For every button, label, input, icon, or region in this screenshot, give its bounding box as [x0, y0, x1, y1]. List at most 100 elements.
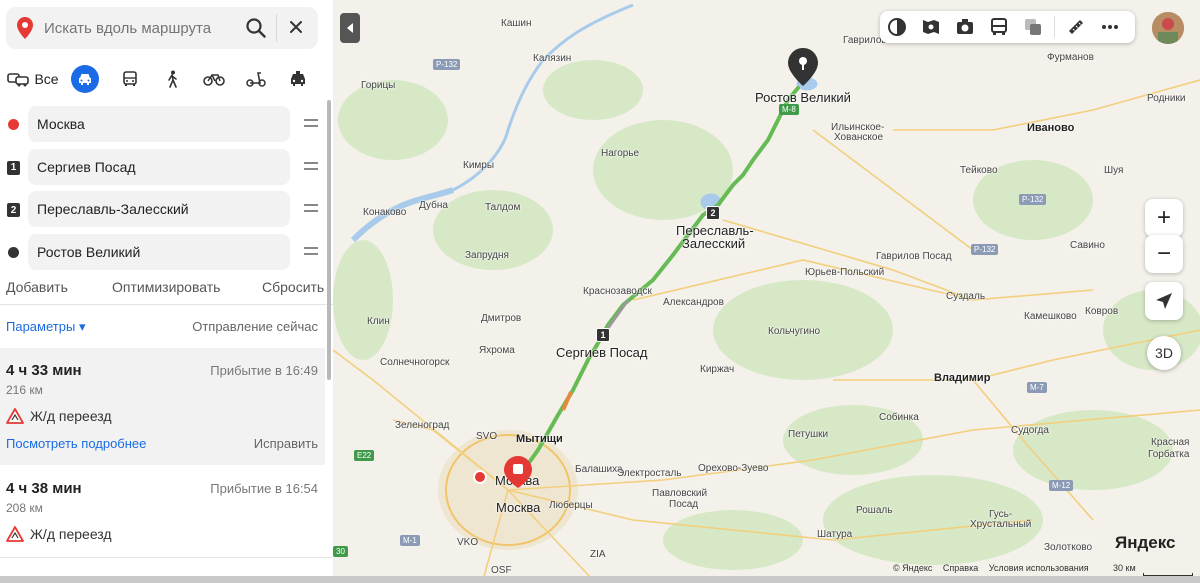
place-label: Судогда	[1011, 425, 1049, 436]
zoom-out-button[interactable]: −	[1145, 235, 1183, 273]
reset-button[interactable]: Сбросить	[262, 279, 324, 295]
road-shield: М-7	[1027, 382, 1047, 393]
ruler-icon	[1069, 20, 1083, 34]
traffic-camera-pin-icon[interactable]	[504, 456, 532, 488]
scooter-icon	[246, 72, 266, 87]
road-shield: М-8	[779, 104, 799, 115]
search-icon[interactable]	[246, 18, 266, 43]
place-label: Кольчугино	[768, 326, 821, 337]
place-label: Хрустальный	[970, 519, 1032, 530]
more-dots-icon	[1102, 25, 1118, 29]
yandex-logo: Яндекс	[1115, 533, 1175, 553]
3d-toggle-button[interactable]: 3D	[1147, 336, 1181, 370]
bicycle-icon	[203, 74, 225, 86]
zoom-in-button[interactable]: +	[1145, 199, 1183, 237]
map-canvas[interactable]	[333, 0, 1200, 583]
help-link[interactable]: Справка	[943, 563, 978, 573]
route-warning-text: Ж/д переезд	[30, 526, 112, 542]
route-option-1[interactable]: 4 ч 33 мин Прибытие в 16:49 216 км Ж/д п…	[0, 348, 325, 465]
place-label: Александров	[663, 297, 724, 308]
mode-scooter-button[interactable]	[239, 65, 273, 93]
place-label: Родники	[1147, 93, 1186, 104]
place-label: Нагорье	[601, 148, 640, 159]
collapse-sidebar-button[interactable]	[340, 13, 360, 43]
route-params: Параметры ▾ Отправление сейчас	[0, 316, 325, 336]
layers-button[interactable]	[880, 11, 914, 43]
mode-bike-button[interactable]	[197, 65, 231, 93]
toolbar-separator	[1054, 16, 1055, 38]
car-icon	[79, 74, 91, 85]
waypoint-marker-1[interactable]: 1	[596, 328, 610, 342]
mode-taxi-button[interactable]	[281, 65, 315, 93]
more-button[interactable]	[1093, 11, 1127, 43]
place-label: Красная	[1151, 437, 1190, 448]
sidebar-scrollbar[interactable]	[327, 100, 331, 380]
mode-bus-button[interactable]	[113, 65, 147, 93]
place-label: Посад	[669, 499, 699, 510]
place-label: Шуя	[1104, 165, 1124, 176]
layers-icon	[888, 18, 906, 36]
departure-selector[interactable]: Отправление сейчас	[192, 319, 318, 334]
user-avatar[interactable]	[1152, 12, 1184, 44]
map-view[interactable]: Ростов Великий Переславль- Залесский Сер…	[333, 0, 1200, 583]
mode-car-button[interactable]	[71, 65, 99, 93]
place-label: Орехово-Зуево	[698, 463, 769, 474]
place-label: Киржач	[700, 364, 735, 375]
place-label: Павловский	[652, 488, 708, 499]
place-label: Дмитров	[481, 313, 522, 324]
copyright-text[interactable]: © Яндекс	[893, 563, 932, 573]
start-marker[interactable]	[473, 470, 487, 484]
search-separator	[276, 14, 277, 42]
place-label: Краснозаводск	[583, 286, 652, 297]
transport-button[interactable]	[982, 11, 1016, 43]
route-search-box[interactable]	[6, 7, 318, 49]
end-point-marker	[8, 246, 19, 258]
drag-handle-icon[interactable]	[304, 246, 318, 255]
close-icon[interactable]	[288, 19, 304, 40]
place-label: Клин	[367, 316, 390, 327]
add-point-button[interactable]: Добавить	[6, 279, 68, 295]
panorama-button[interactable]	[914, 11, 948, 43]
road-shield: М-12	[1049, 480, 1074, 491]
route-point-field[interactable]: Сергиев Посад	[28, 148, 290, 185]
place-label: Солнечногорск	[380, 357, 450, 368]
route-details-link[interactable]: Посмотреть подробнее	[6, 436, 146, 451]
route-point: Москва	[0, 104, 330, 147]
terms-link[interactable]: Условия использования	[989, 563, 1089, 573]
route-points: Москва 1 Сергиев Посад 2 Переславль-Зале…	[0, 104, 330, 274]
bus-icon	[123, 71, 137, 86]
place-label: Яхрома	[479, 345, 515, 356]
route-point-field[interactable]: Москва	[28, 106, 290, 142]
window-bottom-edge	[0, 576, 1200, 583]
photos-button[interactable]	[948, 11, 982, 43]
place-label: Владимир	[934, 372, 991, 384]
mode-all-button[interactable]: Все	[5, 65, 61, 93]
map-type-button[interactable]	[1016, 11, 1050, 43]
place-label: Юрьев-Польский	[805, 267, 885, 278]
waypoint-marker-2[interactable]: 2	[706, 206, 720, 220]
place-label: Ковров	[1085, 306, 1119, 317]
route-search-input[interactable]	[44, 19, 234, 37]
start-point-marker	[8, 119, 19, 130]
drag-handle-icon[interactable]	[304, 161, 318, 170]
route-duration: 4 ч 38 мин	[6, 480, 82, 497]
parameters-button[interactable]: Параметры ▾	[6, 319, 85, 335]
route-fix-link[interactable]: Исправить	[254, 436, 318, 451]
drag-handle-icon[interactable]	[304, 119, 318, 127]
place-label: Петушки	[788, 429, 829, 440]
route-point-field[interactable]: Переславль-Залесский	[28, 191, 290, 227]
route-option-2[interactable]: 4 ч 38 мин Прибытие в 16:54 208 км Ж/д п…	[0, 466, 325, 556]
my-location-button[interactable]	[1145, 282, 1183, 320]
mode-walk-button[interactable]	[155, 65, 189, 93]
drag-handle-icon[interactable]	[304, 204, 318, 212]
divider	[0, 557, 333, 558]
road-shield: Р-132	[1019, 194, 1047, 205]
optimize-button[interactable]: Оптимизировать	[112, 279, 220, 295]
ruler-button[interactable]	[1059, 11, 1093, 43]
route-warning: Ж/д переезд	[6, 407, 112, 425]
chevron-left-icon	[347, 23, 353, 33]
map-copyright: © Яндекс Справка Условия использования	[893, 563, 1097, 573]
destination-pin-icon[interactable]	[788, 48, 818, 86]
route-point-field[interactable]: Ростов Великий	[28, 233, 290, 270]
parameters-label: Параметры	[6, 319, 76, 334]
